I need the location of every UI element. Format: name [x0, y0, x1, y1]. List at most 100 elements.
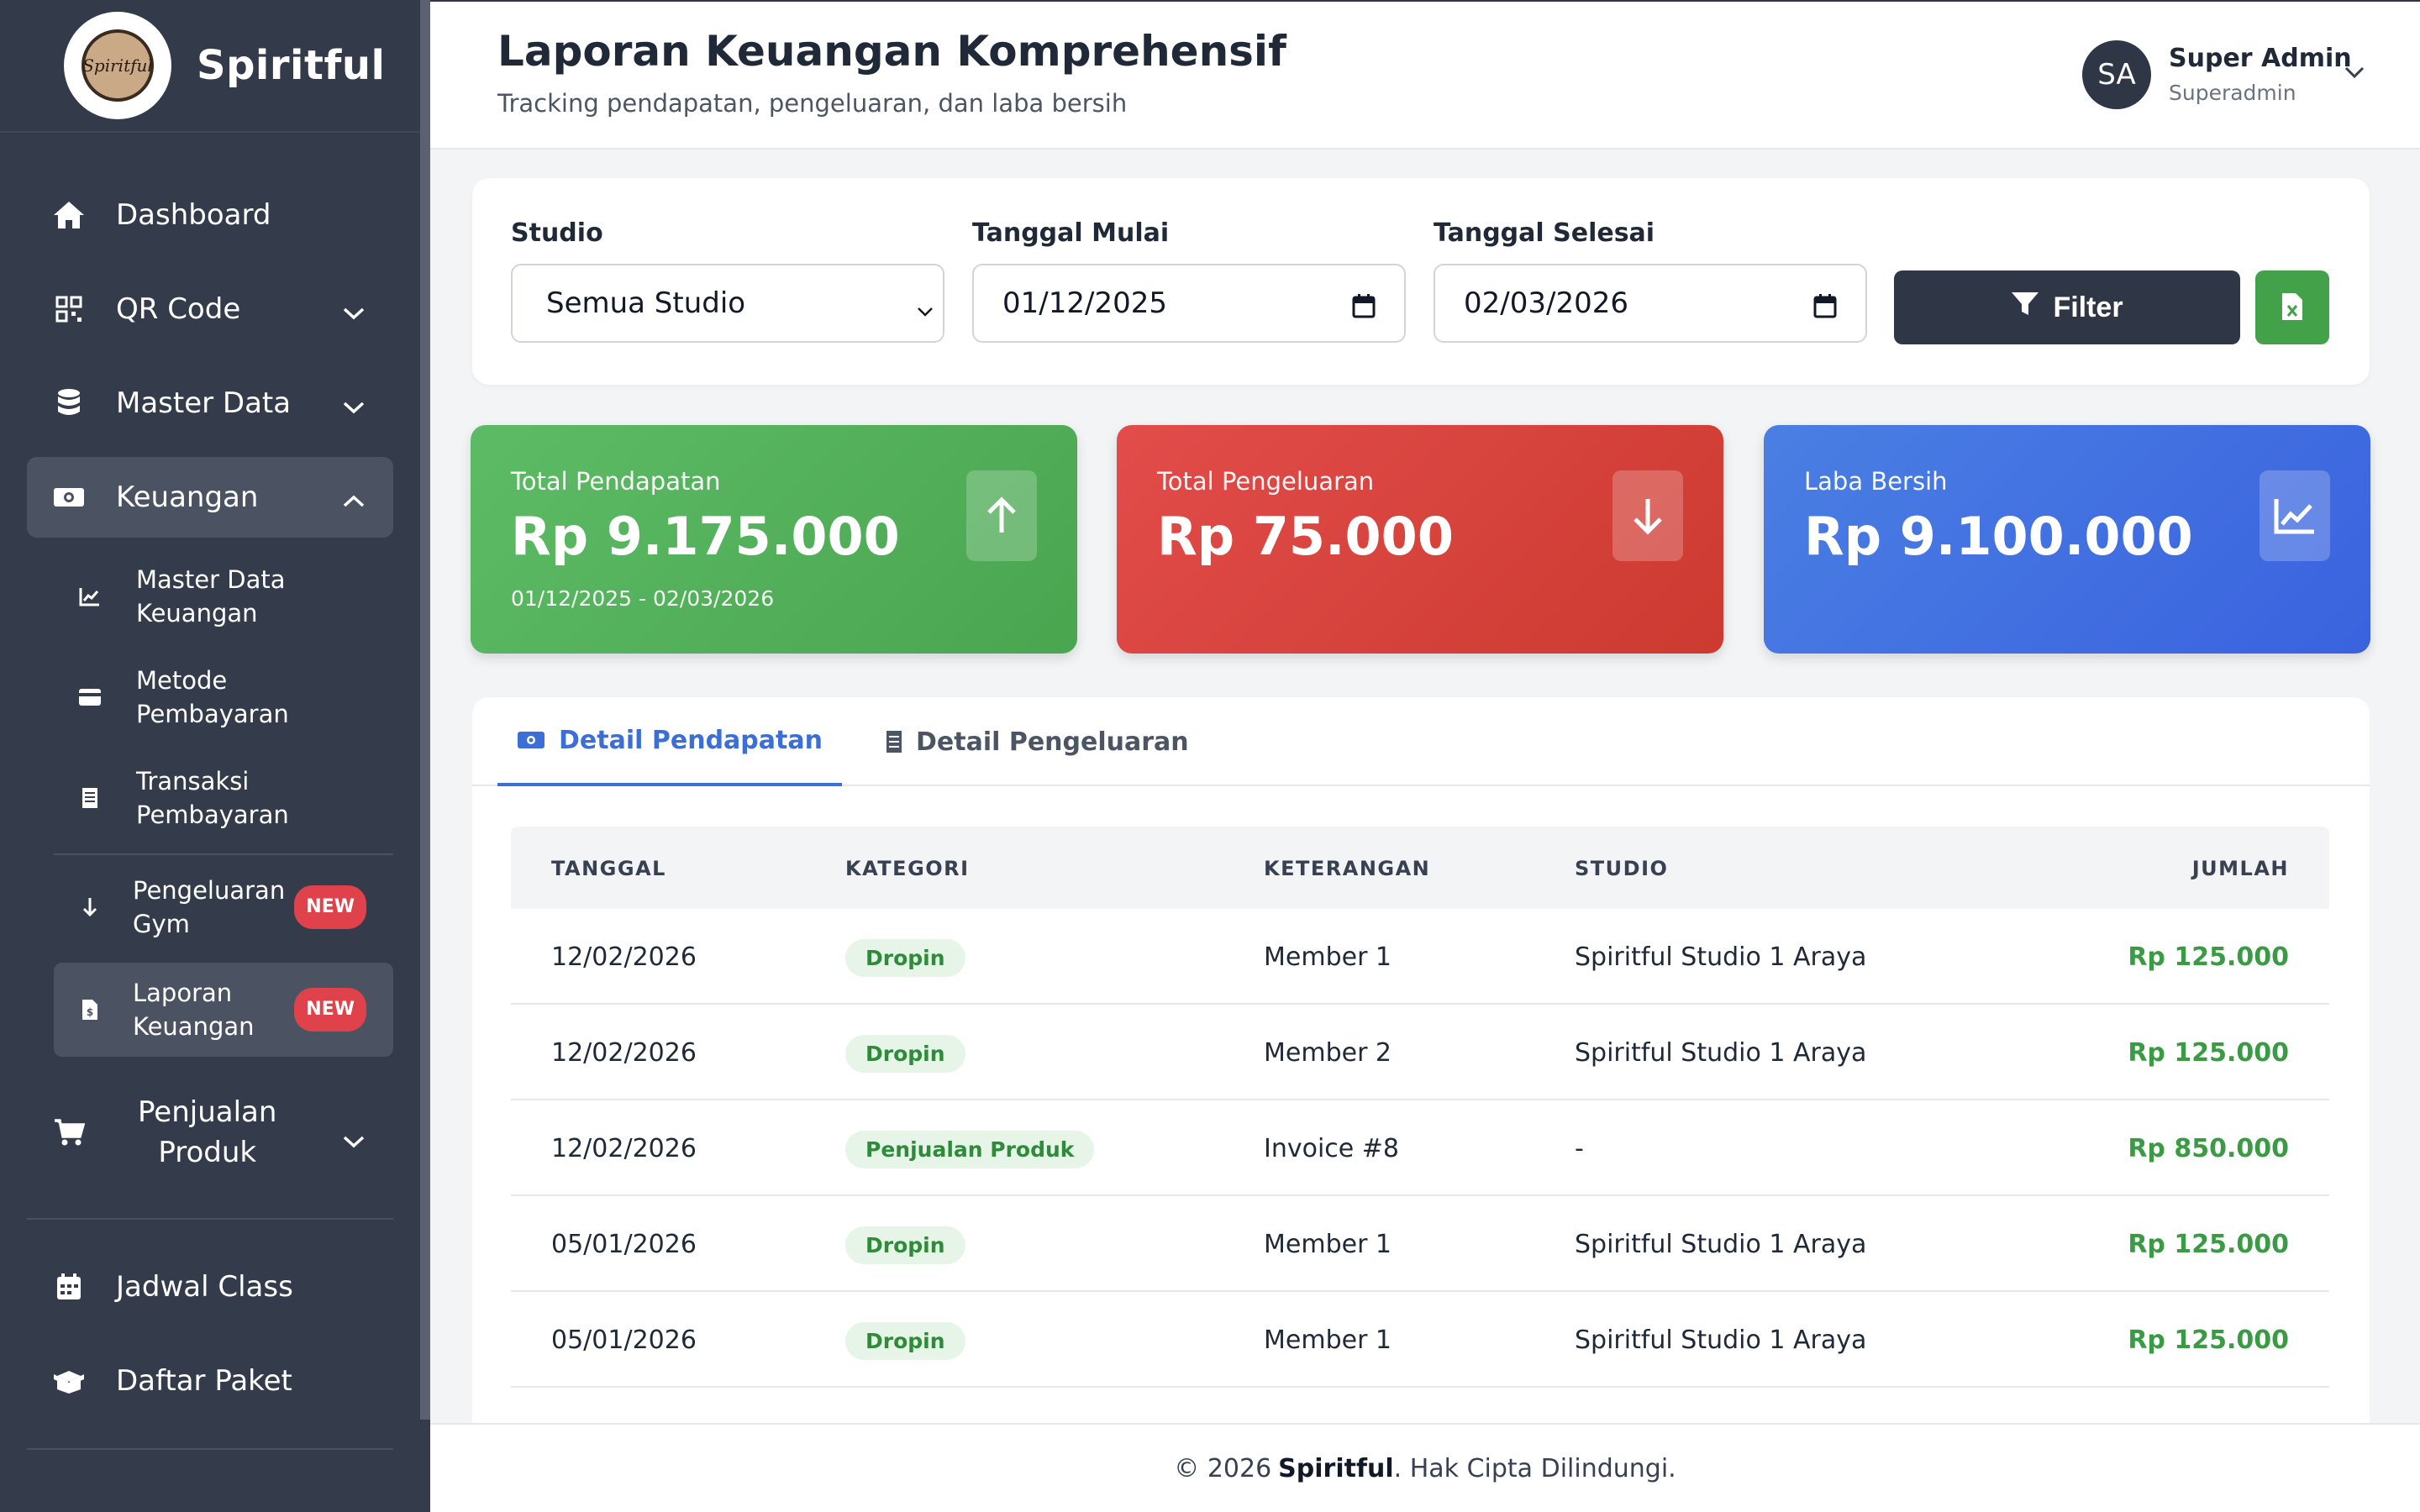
stat-value: Rp 9.175.000: [511, 506, 900, 567]
category-badge: Dropin: [845, 1322, 965, 1360]
sidebar-item-qr-code[interactable]: QR Code: [27, 269, 393, 349]
sidebar-subitem-transaksi-pembayaran[interactable]: Transaksi Pembayaran: [54, 764, 393, 832]
table-row[interactable]: 12/02/2026 Penjualan Produk Invoice #8 -…: [511, 1100, 2329, 1196]
chevron-down-icon[interactable]: [2343, 64, 2366, 84]
calendar-icon[interactable]: [1813, 292, 1837, 326]
arrow-up-icon: [966, 470, 1037, 561]
chevron-down-icon: [341, 390, 366, 423]
category-badge: Penjualan Produk: [845, 1131, 1095, 1168]
studio-select[interactable]: Semua Studio: [511, 264, 944, 343]
home-icon: [50, 197, 87, 234]
subitem-label-line2: Keuangan: [133, 1012, 255, 1041]
svg-text:$: $: [87, 1006, 93, 1018]
brand-name: Spiritful: [197, 42, 386, 89]
cell-keterangan: Member 1: [1264, 1326, 1392, 1355]
studio-select-value: Semua Studio: [546, 286, 746, 320]
sidebar-item-label-line1: Penjualan: [138, 1095, 277, 1129]
subitem-label-line1: Master Data: [136, 565, 286, 594]
new-badge: NEW: [294, 988, 366, 1032]
cell-keterangan: Member 2: [1264, 1038, 1392, 1068]
page-title: Laporan Keuangan Komprehensif: [497, 27, 1286, 76]
user-role: Superadmin: [2169, 81, 2296, 105]
footer-rights: . Hak Cipta Dilindungi.: [1393, 1453, 1676, 1483]
chevron-down-icon: [341, 296, 366, 329]
cell-tanggal: 12/02/2026: [551, 942, 697, 972]
table-row[interactable]: 05/01/2026 Dropin Member 1 Spiritful Stu…: [511, 1196, 2329, 1292]
credit-card-icon: [77, 688, 103, 706]
sidebar-item-jadwal-class[interactable]: Jadwal Class: [27, 1247, 393, 1327]
filter-icon: [2011, 291, 2039, 324]
tab-detail-pengeluaran[interactable]: Detail Pengeluaran: [886, 697, 1189, 786]
page-subtitle: Tracking pendapatan, pengeluaran, dan la…: [497, 89, 1128, 118]
cell-jumlah: Rp 125.000: [2128, 1326, 2289, 1355]
submenu-divider: [54, 853, 393, 855]
sidebar-subitem-master-data-keuangan[interactable]: Master Data Keuangan: [54, 563, 393, 630]
sidebar-item-master-data[interactable]: Master Data: [27, 363, 393, 444]
cell-studio: Spiritful Studio 1 Araya: [1575, 942, 1867, 972]
studio-label: Studio: [511, 218, 603, 248]
cell-jumlah: Rp 850.000: [2128, 1134, 2289, 1163]
detail-card: Detail Pendapatan Detail Pengeluaran TAN…: [472, 697, 2370, 1512]
sidebar-subitem-metode-pembayaran[interactable]: Metode Pembayaran: [54, 664, 393, 731]
sidebar-item-label-line2: Produk: [158, 1136, 257, 1169]
chart-line-icon: [77, 586, 103, 606]
sidebar-item-label: QR Code: [116, 292, 241, 326]
footer-copyright: © 2026: [1174, 1453, 1272, 1483]
end-date-input[interactable]: 02/03/2026: [1434, 264, 1867, 343]
table-header: TANGGAL KATEGORI KETERANGAN STUDIO JUMLA…: [511, 827, 2329, 909]
sidebar-item-daftar-paket[interactable]: Daftar Paket: [27, 1341, 393, 1421]
start-date-input[interactable]: 01/12/2025: [972, 264, 1406, 343]
brand-logo: Spiritful: [64, 12, 171, 119]
box-open-icon: [50, 1362, 87, 1399]
stat-card-pendapatan: Total Pendapatan Rp 9.175.000 01/12/2025…: [471, 425, 1077, 654]
subitem-label-line1: Laporan: [133, 979, 233, 1007]
subitem-label-line2: Pembayaran: [136, 700, 289, 728]
cell-tanggal: 05/01/2026: [551, 1230, 697, 1259]
sidebar-item-keuangan[interactable]: Keuangan: [27, 457, 393, 538]
cell-studio: Spiritful Studio 1 Araya: [1575, 1230, 1867, 1259]
column-header-tanggal: TANGGAL: [551, 857, 666, 880]
subitem-label-line2: Keuangan: [136, 599, 258, 627]
cell-keterangan: Member 1: [1264, 1230, 1392, 1259]
footer: © 2026 Spiritful . Hak Cipta Dilindungi.: [430, 1423, 2420, 1512]
sidebar-item-penjualan-produk[interactable]: Penjualan Produk: [27, 1084, 393, 1181]
subitem-label-line1: Pengeluaran: [133, 876, 286, 905]
chevron-down-icon: [341, 1124, 366, 1158]
cell-jumlah: Rp 125.000: [2128, 1230, 2289, 1259]
cell-jumlah: Rp 125.000: [2128, 1038, 2289, 1068]
table-row[interactable]: 12/02/2026 Dropin Member 2 Spiritful Stu…: [511, 1005, 2329, 1100]
cell-keterangan: Invoice #8: [1264, 1134, 1400, 1163]
stat-label: Total Pendapatan: [511, 467, 721, 496]
stat-value: Rp 9.100.000: [1804, 506, 2193, 567]
end-date-value: 02/03/2026: [1464, 286, 1628, 320]
start-date-value: 01/12/2025: [1002, 286, 1167, 320]
filter-button[interactable]: Filter: [1894, 270, 2240, 344]
sidebar-subitem-laporan-keuangan[interactable]: $ Laporan Keuangan NEW: [54, 963, 393, 1057]
column-header-jumlah: JUMLAH: [2191, 857, 2289, 880]
export-excel-button[interactable]: [2255, 270, 2329, 344]
avatar[interactable]: SA: [2082, 40, 2151, 109]
cell-tanggal: 12/02/2026: [551, 1038, 697, 1068]
receipt-icon: [886, 730, 902, 753]
qr-code-icon: [50, 291, 87, 328]
user-name[interactable]: Super Admin: [2169, 44, 2352, 73]
tab-label: Detail Pengeluaran: [916, 727, 1189, 757]
category-badge: Dropin: [845, 1226, 965, 1264]
calendar-icon[interactable]: [1352, 292, 1376, 326]
chart-line-icon: [2260, 470, 2330, 561]
receipt-icon: [77, 787, 103, 809]
sidebar-subitem-pengeluaran-gym[interactable]: Pengeluaran Gym NEW: [54, 874, 393, 941]
filter-button-label: Filter: [2053, 291, 2123, 323]
cell-jumlah: Rp 125.000: [2128, 942, 2289, 972]
table-row[interactable]: 12/02/2026 Dropin Member 1 Spiritful Stu…: [511, 909, 2329, 1005]
sidebar-scrollbar[interactable]: [420, 0, 430, 1420]
sidebar-item-dashboard[interactable]: Dashboard: [27, 175, 393, 255]
column-header-keterangan: KETERANGAN: [1264, 857, 1431, 880]
sidebar-item-label: Daftar Paket: [116, 1364, 292, 1398]
table-row[interactable]: 05/01/2026 Dropin Member 1 Spiritful Stu…: [511, 1292, 2329, 1388]
column-header-kategori: KATEGORI: [845, 857, 970, 880]
brand[interactable]: Spiritful Spiritful: [0, 0, 430, 133]
money-icon: [517, 730, 545, 750]
cell-tanggal: 12/02/2026: [551, 1134, 697, 1163]
tab-detail-pendapatan[interactable]: Detail Pendapatan: [497, 697, 842, 786]
